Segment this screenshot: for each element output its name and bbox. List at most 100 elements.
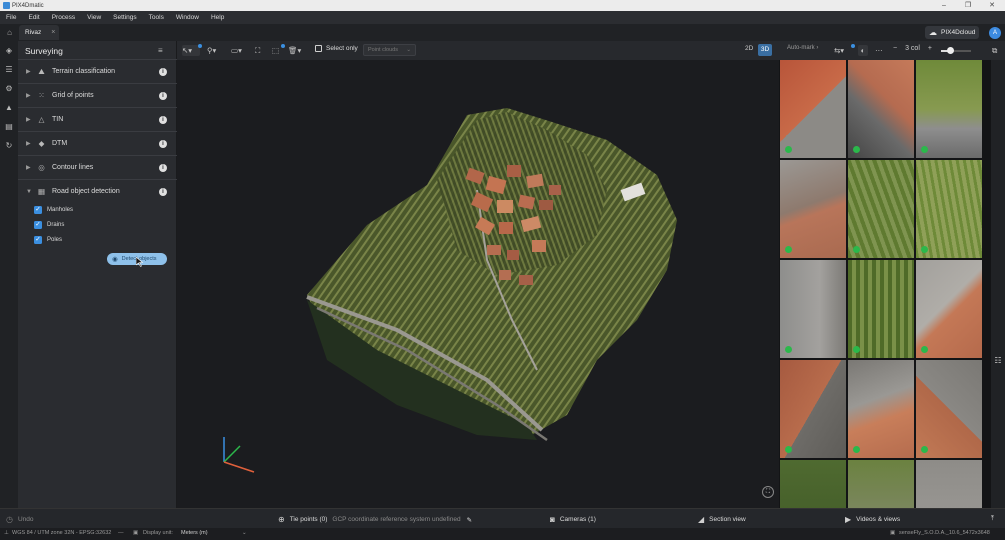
menu-settings[interactable]: Settings <box>107 14 143 21</box>
menu-help[interactable]: Help <box>205 14 230 21</box>
active-dot <box>198 44 202 48</box>
image-thumbnail[interactable] <box>848 160 914 258</box>
image-thumbnail[interactable] <box>780 460 846 508</box>
section-tin[interactable]: ▶ △ TIN i <box>18 107 177 131</box>
image-thumbnail[interactable] <box>916 460 982 508</box>
camera-icon: ◙ <box>550 515 555 524</box>
image-thumbnail[interactable] <box>916 60 982 158</box>
edit-pencil-icon[interactable]: ✎ <box>467 516 472 524</box>
crs-text[interactable]: WGS 84 / UTM zone 32N - EPSG:32632 <box>12 530 111 536</box>
detect-icon: ◉ <box>112 256 118 263</box>
image-thumbnail[interactable] <box>916 360 982 458</box>
home-icon[interactable]: ⌂ <box>4 27 15 38</box>
edit-crs-icon[interactable]: — <box>118 530 124 536</box>
view-3d-button[interactable]: 3D <box>758 44 772 56</box>
menu-window[interactable]: Window <box>170 14 205 21</box>
tab-project[interactable]: Rivaz × <box>19 25 59 40</box>
section-dtm[interactable]: ▶ ◆ DTM i <box>18 131 177 155</box>
point-clouds-select[interactable]: Point clouds ⌄ <box>363 44 416 56</box>
terrain-icon: ⛰ <box>38 66 45 76</box>
undo-button[interactable]: ◷ Undo <box>6 515 34 524</box>
tie-points-button[interactable]: ⊕ Tie points (0) GCP coordinate referenc… <box>278 515 472 524</box>
history-icon[interactable]: ↻ <box>3 140 15 152</box>
collapse-icon[interactable]: ⤒ <box>991 515 994 523</box>
3d-viewport[interactable]: ⛶ <box>177 60 779 508</box>
view-2d-button[interactable]: 2D <box>745 45 753 52</box>
display-unit-select[interactable]: Meters (m) <box>181 530 208 536</box>
avatar[interactable]: A <box>989 27 1001 39</box>
check-icon <box>785 146 792 153</box>
info-icon[interactable]: i <box>159 116 167 124</box>
check-icon[interactable]: ✓ <box>34 221 42 229</box>
menu-view[interactable]: View <box>81 14 107 21</box>
videos-views-button[interactable]: ▶ Videos & views <box>845 515 900 524</box>
delete-tool-button[interactable]: 🗑▾ <box>288 45 304 56</box>
info-icon[interactable]: i <box>159 68 167 76</box>
panel-options-icon[interactable]: ≡ <box>158 46 163 55</box>
active-dot <box>281 44 285 48</box>
image-thumbnail[interactable] <box>848 360 914 458</box>
menu-edit[interactable]: Edit <box>22 14 45 21</box>
info-icon[interactable]: i <box>159 92 167 100</box>
maximize-button[interactable]: ❐ <box>956 0 980 11</box>
recenter-icon[interactable]: ⛶ <box>762 486 774 498</box>
pix4dcloud-button[interactable]: ☁ PIX4Dcloud <box>925 26 979 39</box>
check-icon <box>785 246 792 253</box>
chevron-down-icon: ▼ <box>26 188 32 195</box>
measure-tool-button[interactable]: ▭▾ <box>231 45 247 56</box>
section-grid-of-points[interactable]: ▶ ⁙ Grid of points i <box>18 83 177 107</box>
section-view-button[interactable]: ◢ Section view <box>698 515 746 524</box>
image-thumbnail[interactable] <box>780 60 846 158</box>
menu-file[interactable]: File <box>0 14 22 21</box>
section-terrain-classification[interactable]: ▶ ⛰ Terrain classification i <box>18 59 177 83</box>
info-icon[interactable]: i <box>159 164 167 172</box>
marker-tool-button[interactable]: ⚲▾ <box>207 45 223 56</box>
zoom-in-button[interactable]: + <box>928 45 932 52</box>
minimize-button[interactable]: – <box>932 0 956 11</box>
section-contour-lines[interactable]: ▶ ◎ Contour lines i <box>18 155 177 179</box>
close-tab-icon[interactable]: × <box>51 29 55 36</box>
column-control: − 3 col + <box>893 45 932 52</box>
filter-tool-button[interactable]: ◐ <box>858 45 868 56</box>
image-thumbnail[interactable] <box>848 260 914 358</box>
menu-process[interactable]: Process <box>46 14 81 21</box>
check-icon <box>921 246 928 253</box>
checkbox-row-manholes[interactable]: ✓ Manholes <box>34 206 73 214</box>
checkbox-row-drains[interactable]: ✓ Drains <box>34 221 64 229</box>
image-thumbnail[interactable] <box>916 260 982 358</box>
menu-tools[interactable]: Tools <box>143 14 170 21</box>
check-icon[interactable]: ✓ <box>34 206 42 214</box>
select-only-checkbox[interactable]: Select only <box>315 45 358 52</box>
image-thumbnail[interactable] <box>780 160 846 258</box>
image-thumbnail[interactable] <box>780 360 846 458</box>
close-window-button[interactable]: ✕ <box>980 0 1004 11</box>
image-thumbnail[interactable] <box>848 60 914 158</box>
panel-layout-icon[interactable]: ⧉ <box>992 45 1002 56</box>
chevron-down-icon[interactable]: ⌄ <box>242 530 247 536</box>
section-road-object-detection[interactable]: ▼ ▦ Road object detection i <box>18 179 177 203</box>
image-thumbnail[interactable] <box>848 460 914 508</box>
cameras-button[interactable]: ◙ Cameras (1) <box>550 515 596 524</box>
camera-model-icon: ▣ <box>890 530 896 536</box>
image-thumbnail[interactable] <box>916 160 982 258</box>
image-thumbnail[interactable] <box>780 260 846 358</box>
section-label: Grid of points <box>52 92 94 99</box>
checkbox-row-poles[interactable]: ✓ Poles <box>34 236 62 244</box>
info-icon[interactable]: i <box>159 140 167 148</box>
link-tool-button[interactable]: ⇆▾ <box>834 45 848 56</box>
list-settings-icon[interactable]: ☷ <box>992 356 1004 366</box>
column-slider-knob[interactable] <box>947 47 954 54</box>
layers-icon[interactable]: ◈ <box>3 45 15 57</box>
crop-tool-button[interactable]: ⛶ <box>255 45 265 56</box>
info-icon[interactable]: i <box>159 188 167 196</box>
check-icon <box>785 446 792 453</box>
list-icon[interactable]: ☰ <box>3 64 15 76</box>
settings-gear-icon[interactable]: ⚙ <box>3 83 15 95</box>
undo-label: Undo <box>17 516 34 523</box>
check-icon[interactable]: ✓ <box>34 236 42 244</box>
surveying-icon[interactable]: ▲ <box>3 102 15 114</box>
zoom-out-button[interactable]: − <box>893 45 897 52</box>
report-icon[interactable]: ▤ <box>3 121 15 133</box>
auto-mark-button[interactable]: Auto-mark › <box>787 45 818 51</box>
more-options-icon[interactable]: ⋯ <box>875 45 883 56</box>
